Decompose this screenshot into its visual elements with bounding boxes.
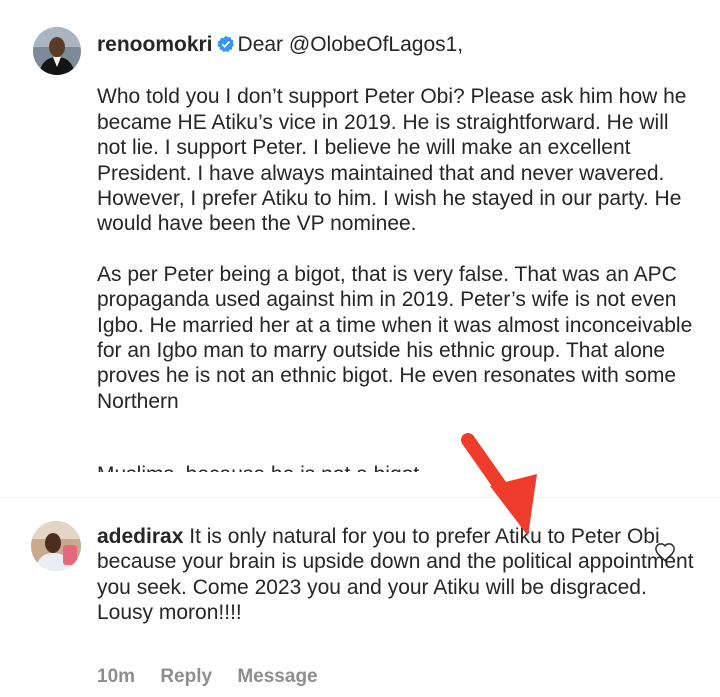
heart-icon[interactable] [654,542,676,567]
divider [0,497,720,498]
reply-button[interactable]: Reply [160,666,212,687]
post-body: renoomokri Dear @OlobeOfLagos1, Who told … [97,32,697,414]
reply-time: 10m [97,666,136,687]
verified-badge-icon [216,34,235,59]
post-truncated-line: Muslims, because he is not a bigot [97,462,697,472]
avatar-adedirax[interactable] [31,521,81,571]
reply-body: adedirax It is only natural for you to p… [97,524,697,626]
reply-text: It is only natural for you to prefer Ati… [97,525,694,625]
post-paragraph-2: As per Peter being a bigot, that is very… [97,262,693,413]
post-greeting: Dear @OlobeOfLagos1, [237,33,464,56]
reply-username[interactable]: adedirax [97,525,183,548]
post-paragraph-1: Who told you I don’t support Peter Obi? … [97,85,687,236]
avatar-renoomokri[interactable] [33,27,81,75]
reply-meta: 10m Reply Message [97,666,338,688]
message-button[interactable]: Message [237,666,317,687]
post-username[interactable]: renoomokri [97,33,213,56]
